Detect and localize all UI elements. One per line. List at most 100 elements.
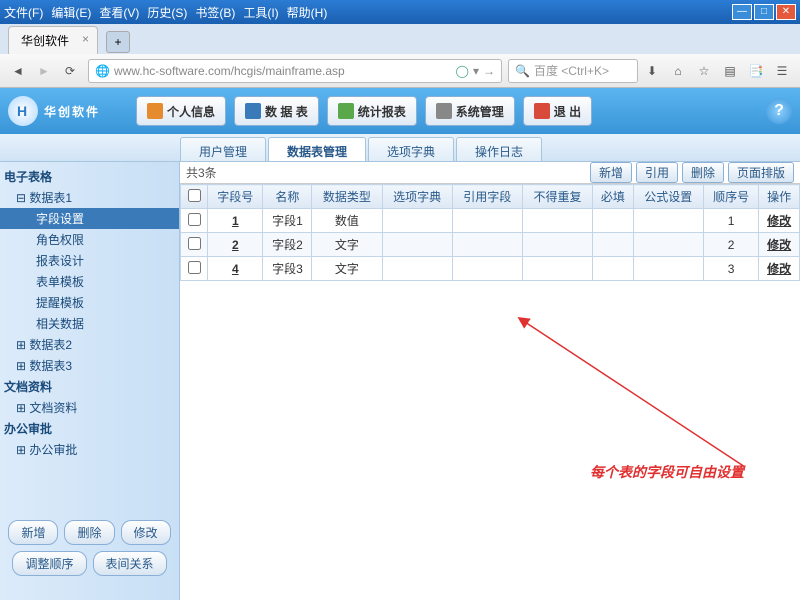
tree-node-3[interactable]: 角色权限 <box>0 229 179 250</box>
col-3: 数据类型 <box>312 185 382 209</box>
side-btn-0[interactable]: 新增 <box>8 520 58 545</box>
app-logo: H 华创软件 <box>8 96 100 126</box>
tree-node-11[interactable]: ⊞ 文档资料 <box>0 397 179 418</box>
help-button[interactable]: ? <box>766 98 792 124</box>
url-bar[interactable]: 🌐 ◯ ▾ → <box>88 59 502 83</box>
app-header: H 华创软件 个人信息数 据 表统计报表系统管理退 出 ? <box>0 88 800 134</box>
col-2: 名称 <box>263 185 312 209</box>
annotation-arrow-icon <box>515 312 765 472</box>
tree-node-10[interactable]: 文档资料 <box>0 376 179 397</box>
table-row[interactable]: 1字段1数值1修改 <box>181 209 800 233</box>
tab-close-icon[interactable]: × <box>82 32 89 46</box>
tree-node-4[interactable]: 报表设计 <box>0 250 179 271</box>
tree-node-9[interactable]: ⊞ 数据表3 <box>0 355 179 376</box>
tree-node-2[interactable]: 字段设置 <box>0 208 179 229</box>
header-btn-icon <box>147 103 163 119</box>
cell-empty <box>593 209 634 233</box>
cell-order: 3 <box>703 257 758 281</box>
reload-button[interactable]: ⟳ <box>58 59 82 83</box>
search-bar[interactable]: 🔍 百度 <Ctrl+K> <box>508 59 638 83</box>
globe-icon: 🌐 <box>95 64 110 78</box>
cell-type: 文字 <box>312 257 382 281</box>
tree-node-7[interactable]: 相关数据 <box>0 313 179 334</box>
search-icon: 🔍 <box>515 64 530 78</box>
home-icon[interactable]: ⌂ <box>666 59 690 83</box>
logo-text: 华创软件 <box>44 103 100 120</box>
col-7: 必填 <box>593 185 634 209</box>
minimize-button[interactable]: — <box>732 4 752 20</box>
new-tab-button[interactable]: + <box>106 31 130 53</box>
shield-icon[interactable]: ◯ <box>456 64 469 78</box>
browser-tab[interactable]: 华创软件 × <box>8 26 98 54</box>
side-btn-4[interactable]: 表间关系 <box>93 551 167 576</box>
download-icon[interactable]: ⬇ <box>640 59 664 83</box>
menu-tools[interactable]: 工具(I) <box>243 4 278 21</box>
bookmark-icon[interactable]: ☆ <box>692 59 716 83</box>
side-btn-3[interactable]: 调整顺序 <box>12 551 86 576</box>
cell-empty <box>452 257 522 281</box>
cell-op[interactable]: 修改 <box>759 233 800 257</box>
select-all-checkbox[interactable] <box>188 189 201 202</box>
cell-empty <box>633 209 703 233</box>
cell-op[interactable]: 修改 <box>759 209 800 233</box>
menu-bookmarks[interactable]: 书签(B) <box>195 4 235 21</box>
tree-node-0[interactable]: 电子表格 <box>0 166 179 187</box>
header-btn-3[interactable]: 系统管理 <box>425 96 515 126</box>
bookmarks-menu-icon[interactable]: 📑 <box>744 59 768 83</box>
subnav-tab-3[interactable]: 操作日志 <box>456 137 542 161</box>
row-checkbox[interactable] <box>188 261 201 274</box>
cell-fieldno[interactable]: 4 <box>208 257 263 281</box>
menu-edit[interactable]: 编辑(E) <box>51 4 91 21</box>
side-btn-2[interactable]: 修改 <box>121 520 171 545</box>
row-checkbox[interactable] <box>188 237 201 250</box>
content-btn-2[interactable]: 删除 <box>682 162 724 183</box>
cell-op[interactable]: 修改 <box>759 257 800 281</box>
forward-button[interactable]: ► <box>32 59 56 83</box>
cell-empty <box>633 257 703 281</box>
row-checkbox[interactable] <box>188 213 201 226</box>
table-row[interactable]: 2字段2文字2修改 <box>181 233 800 257</box>
feed-icon[interactable]: ▤ <box>718 59 742 83</box>
side-btn-1[interactable]: 删除 <box>64 520 114 545</box>
col-5: 引用字段 <box>452 185 522 209</box>
menu-view[interactable]: 查看(V) <box>99 4 139 21</box>
tree-node-6[interactable]: 提醒模板 <box>0 292 179 313</box>
go-icon[interactable]: → <box>483 64 495 78</box>
cell-fieldno[interactable]: 1 <box>208 209 263 233</box>
cell-empty <box>382 233 452 257</box>
header-btn-2[interactable]: 统计报表 <box>327 96 417 126</box>
col-1: 字段号 <box>208 185 263 209</box>
cell-type: 文字 <box>312 233 382 257</box>
table-row[interactable]: 4字段3文字 3修改 <box>181 257 800 281</box>
menu-file[interactable]: 文件(F) <box>4 4 43 21</box>
cell-name: 字段3 <box>263 257 312 281</box>
dropdown-icon[interactable]: ▾ <box>473 64 479 78</box>
menu-help[interactable]: 帮助(H) <box>287 4 328 21</box>
content-btn-0[interactable]: 新增 <box>590 162 632 183</box>
header-btn-0[interactable]: 个人信息 <box>136 96 226 126</box>
subnav-tab-1[interactable]: 数据表管理 <box>268 137 366 161</box>
tree-node-13[interactable]: ⊞ 办公审批 <box>0 439 179 460</box>
menu-history[interactable]: 历史(S) <box>147 4 187 21</box>
row-count: 共3条 <box>186 164 217 181</box>
header-btn-icon <box>534 103 550 119</box>
subnav-tab-0[interactable]: 用户管理 <box>180 137 266 161</box>
subnav-tab-2[interactable]: 选项字典 <box>368 137 454 161</box>
header-btn-1[interactable]: 数 据 表 <box>234 96 319 126</box>
back-button[interactable]: ◄ <box>6 59 30 83</box>
header-btn-4[interactable]: 退 出 <box>523 96 592 126</box>
content-btn-1[interactable]: 引用 <box>636 162 678 183</box>
cell-fieldno[interactable]: 2 <box>208 233 263 257</box>
tree-node-1[interactable]: ⊟ 数据表1 <box>0 187 179 208</box>
cell-empty <box>633 233 703 257</box>
tab-title: 华创软件 <box>21 34 69 48</box>
menu-icon[interactable]: ☰ <box>770 59 794 83</box>
col-8: 公式设置 <box>633 185 703 209</box>
content-btn-3[interactable]: 页面排版 <box>728 162 794 183</box>
tree-node-8[interactable]: ⊞ 数据表2 <box>0 334 179 355</box>
maximize-button[interactable]: □ <box>754 4 774 20</box>
tree-node-5[interactable]: 表单模板 <box>0 271 179 292</box>
tree-node-12[interactable]: 办公审批 <box>0 418 179 439</box>
url-input[interactable] <box>114 64 456 78</box>
close-button[interactable]: ✕ <box>776 4 796 20</box>
